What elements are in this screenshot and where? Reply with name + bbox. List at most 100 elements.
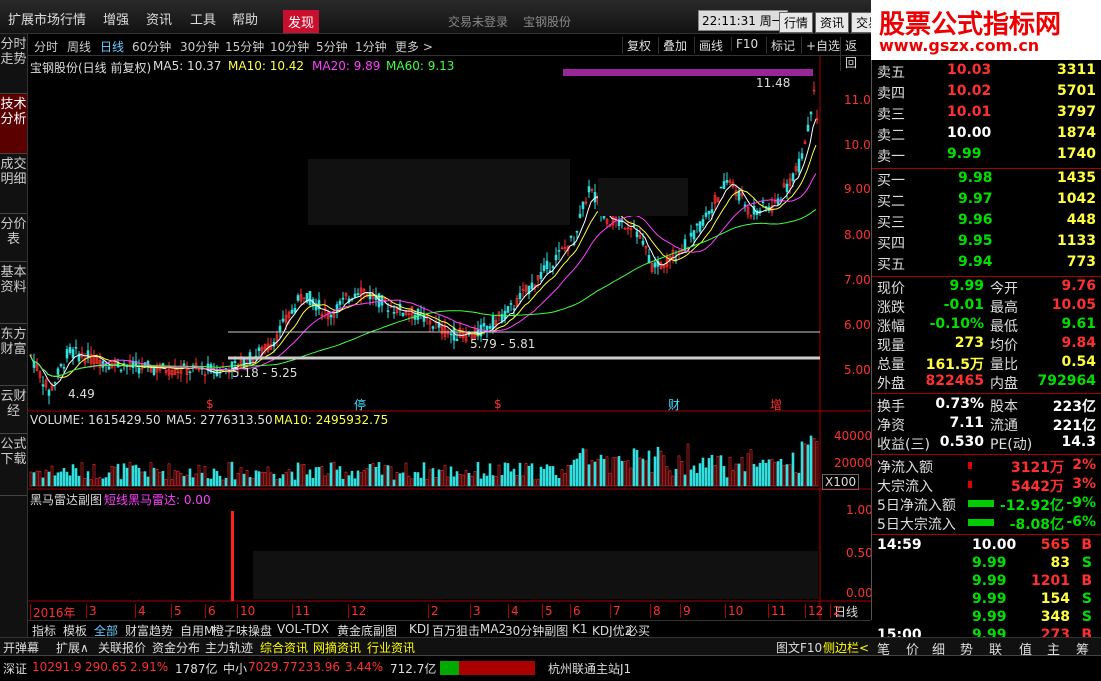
stat-value: 9.76	[1061, 278, 1096, 294]
event-marker[interactable]: 增	[770, 396, 782, 413]
flow-row: 5日大宗流入 -8.08亿 -6%	[872, 514, 1101, 535]
period-tab-10min[interactable]: 10分钟	[270, 38, 309, 55]
volume-bar	[692, 465, 696, 487]
info-tab[interactable]: 资金分布	[152, 639, 200, 656]
info-tab[interactable]: 主力轨迹	[205, 639, 253, 656]
indicator-tab[interactable]: MA2	[480, 622, 506, 636]
volume-bar	[779, 459, 783, 487]
toolbar-draw[interactable]: 画线	[694, 37, 727, 54]
volume-bar	[77, 475, 81, 487]
bid-row[interactable]: 买五 9.94 773	[872, 254, 1101, 275]
ask-row[interactable]: 卖三 10.01 3797	[872, 104, 1101, 125]
panel-toggle[interactable]: 侧边栏<	[823, 639, 869, 656]
period-tab-timeshare[interactable]: 分时	[34, 38, 58, 55]
menu-item-help[interactable]: 帮助	[232, 9, 258, 28]
stat-label: 外盘	[877, 376, 905, 392]
bid-row[interactable]: 买四 9.95 1133	[872, 233, 1101, 254]
volume-bar	[224, 477, 228, 487]
period-tab-15min[interactable]: 15分钟	[225, 38, 264, 55]
event-marker[interactable]: $	[206, 397, 214, 411]
menu-item-tools[interactable]: 工具	[190, 9, 216, 28]
volume-bar	[47, 471, 51, 487]
sidebar-item-timeshare[interactable]: 分时走势	[0, 34, 27, 94]
ask-row[interactable]: 卖五 10.03 3311	[872, 62, 1101, 83]
ask-row[interactable]: 卖四 10.02 5701	[872, 83, 1101, 104]
ask-row[interactable]: 卖二 10.00 1874	[872, 125, 1101, 146]
info-tab[interactable]: 关联报价	[98, 639, 146, 656]
tick-side: S	[1081, 591, 1092, 607]
flow-value: 3121万	[1011, 460, 1064, 476]
volume-bar	[206, 478, 210, 487]
discover-button[interactable]: 发现	[283, 10, 320, 33]
sidebar-item-eastmoney[interactable]: 东方财富	[0, 324, 27, 386]
event-marker[interactable]: 财	[668, 396, 680, 413]
candle-body	[32, 361, 36, 368]
info-tab[interactable]: 扩展∧	[56, 639, 89, 656]
indicator-title: 黑马雷达副图	[30, 493, 103, 507]
sidebar-item-trades[interactable]: 成交明细	[0, 154, 27, 214]
period-tab-5min[interactable]: 5分钟	[316, 38, 348, 55]
candle-body	[551, 266, 555, 268]
info-tab[interactable]: 网摘资讯	[313, 639, 361, 656]
menu-item-market[interactable]: 扩展市场行情	[8, 9, 86, 28]
login-status[interactable]: 交易未登录	[448, 13, 508, 30]
bid-row[interactable]: 买三 9.96 448	[872, 212, 1101, 233]
candle-body	[569, 235, 573, 238]
toolbar-add-watchlist[interactable]: +自选	[801, 37, 844, 54]
quote-button[interactable]: 行情	[779, 12, 814, 33]
ask-row[interactable]: 卖一 9.99 1740	[872, 146, 1101, 167]
stat-row: 外盘 822465 内盘 792964	[872, 373, 1101, 394]
info-tab[interactable]: 行业资讯	[367, 639, 415, 656]
chart-area[interactable]: 宝钢股份(日线 前复权) MA5: 10.37 MA10: 10.42 MA20…	[28, 56, 878, 621]
server-label[interactable]: 杭州联通主站J1	[548, 660, 631, 677]
bid-row[interactable]: 买一 9.98 1435	[872, 170, 1101, 191]
radar-spike	[231, 511, 234, 601]
period-tab-60min[interactable]: 60分钟	[132, 38, 171, 55]
candle-body	[641, 240, 645, 245]
period-tab-more[interactable]: 更多 >	[395, 38, 433, 55]
toolbar-adjust[interactable]: 复权	[622, 37, 655, 54]
period-tab-30min[interactable]: 30分钟	[180, 38, 219, 55]
sidebar-item-profile[interactable]: 基本资料	[0, 262, 27, 324]
event-marker[interactable]: $	[494, 397, 502, 411]
indicator-tab[interactable]: K1	[572, 622, 588, 636]
volume-bar	[422, 462, 426, 487]
toolbar-f10[interactable]: F10	[731, 37, 762, 51]
stat-value: 0.54	[1061, 354, 1096, 370]
volume-bar	[272, 473, 276, 487]
volume-bar	[308, 469, 312, 487]
bid-volume: 1435	[1057, 170, 1096, 186]
indicator-tab[interactable]: KDJ	[409, 622, 430, 636]
volume-bar	[209, 478, 213, 487]
period-tab-daily[interactable]: 日线	[100, 38, 124, 55]
volume-bar	[800, 441, 804, 487]
ask-price: 10.00	[947, 125, 992, 141]
trade-button[interactable]: 交易	[851, 12, 873, 33]
menu-item-enhance[interactable]: 增强	[103, 9, 129, 28]
toolbar-overlay[interactable]: 叠加	[658, 37, 691, 54]
bid-row[interactable]: 买二 9.97 1042	[872, 191, 1101, 212]
period-tab-weekly[interactable]: 周线	[67, 38, 91, 55]
candle-body	[341, 297, 345, 300]
period-tab-1min[interactable]: 1分钟	[355, 38, 387, 55]
chart-title: 宝钢股份(日线 前复权)	[30, 61, 152, 75]
panel-toggle[interactable]: 图文F10	[776, 639, 822, 656]
sidebar-item-yuncaijing[interactable]: 云财经	[0, 386, 27, 434]
toolbar-mark[interactable]: 标记	[766, 37, 799, 54]
stat-value: 273	[954, 335, 984, 351]
ask-price: 10.01	[947, 104, 992, 120]
event-marker[interactable]: 停	[354, 396, 366, 413]
info-tab[interactable]: 开弹幕	[3, 639, 39, 656]
menu-item-news[interactable]: 资讯	[146, 9, 172, 28]
indicator-tab[interactable]: VOL-TDX	[277, 622, 329, 636]
sidebar-item-formula-download[interactable]: 公式下载	[0, 434, 27, 496]
info-tab[interactable]: 综合资讯	[260, 639, 308, 656]
candle-body	[401, 313, 405, 316]
ma20-legend: MA20: 9.89	[312, 59, 381, 73]
annot-range2: 5.18 - 5.25	[232, 366, 298, 380]
watermark-block	[253, 551, 818, 599]
sidebar-item-price-table[interactable]: 分价表	[0, 214, 27, 262]
candle-body	[392, 312, 396, 314]
sidebar-item-tech-analysis[interactable]: 技术分析	[0, 94, 27, 154]
news-button[interactable]: 资讯	[815, 12, 850, 33]
